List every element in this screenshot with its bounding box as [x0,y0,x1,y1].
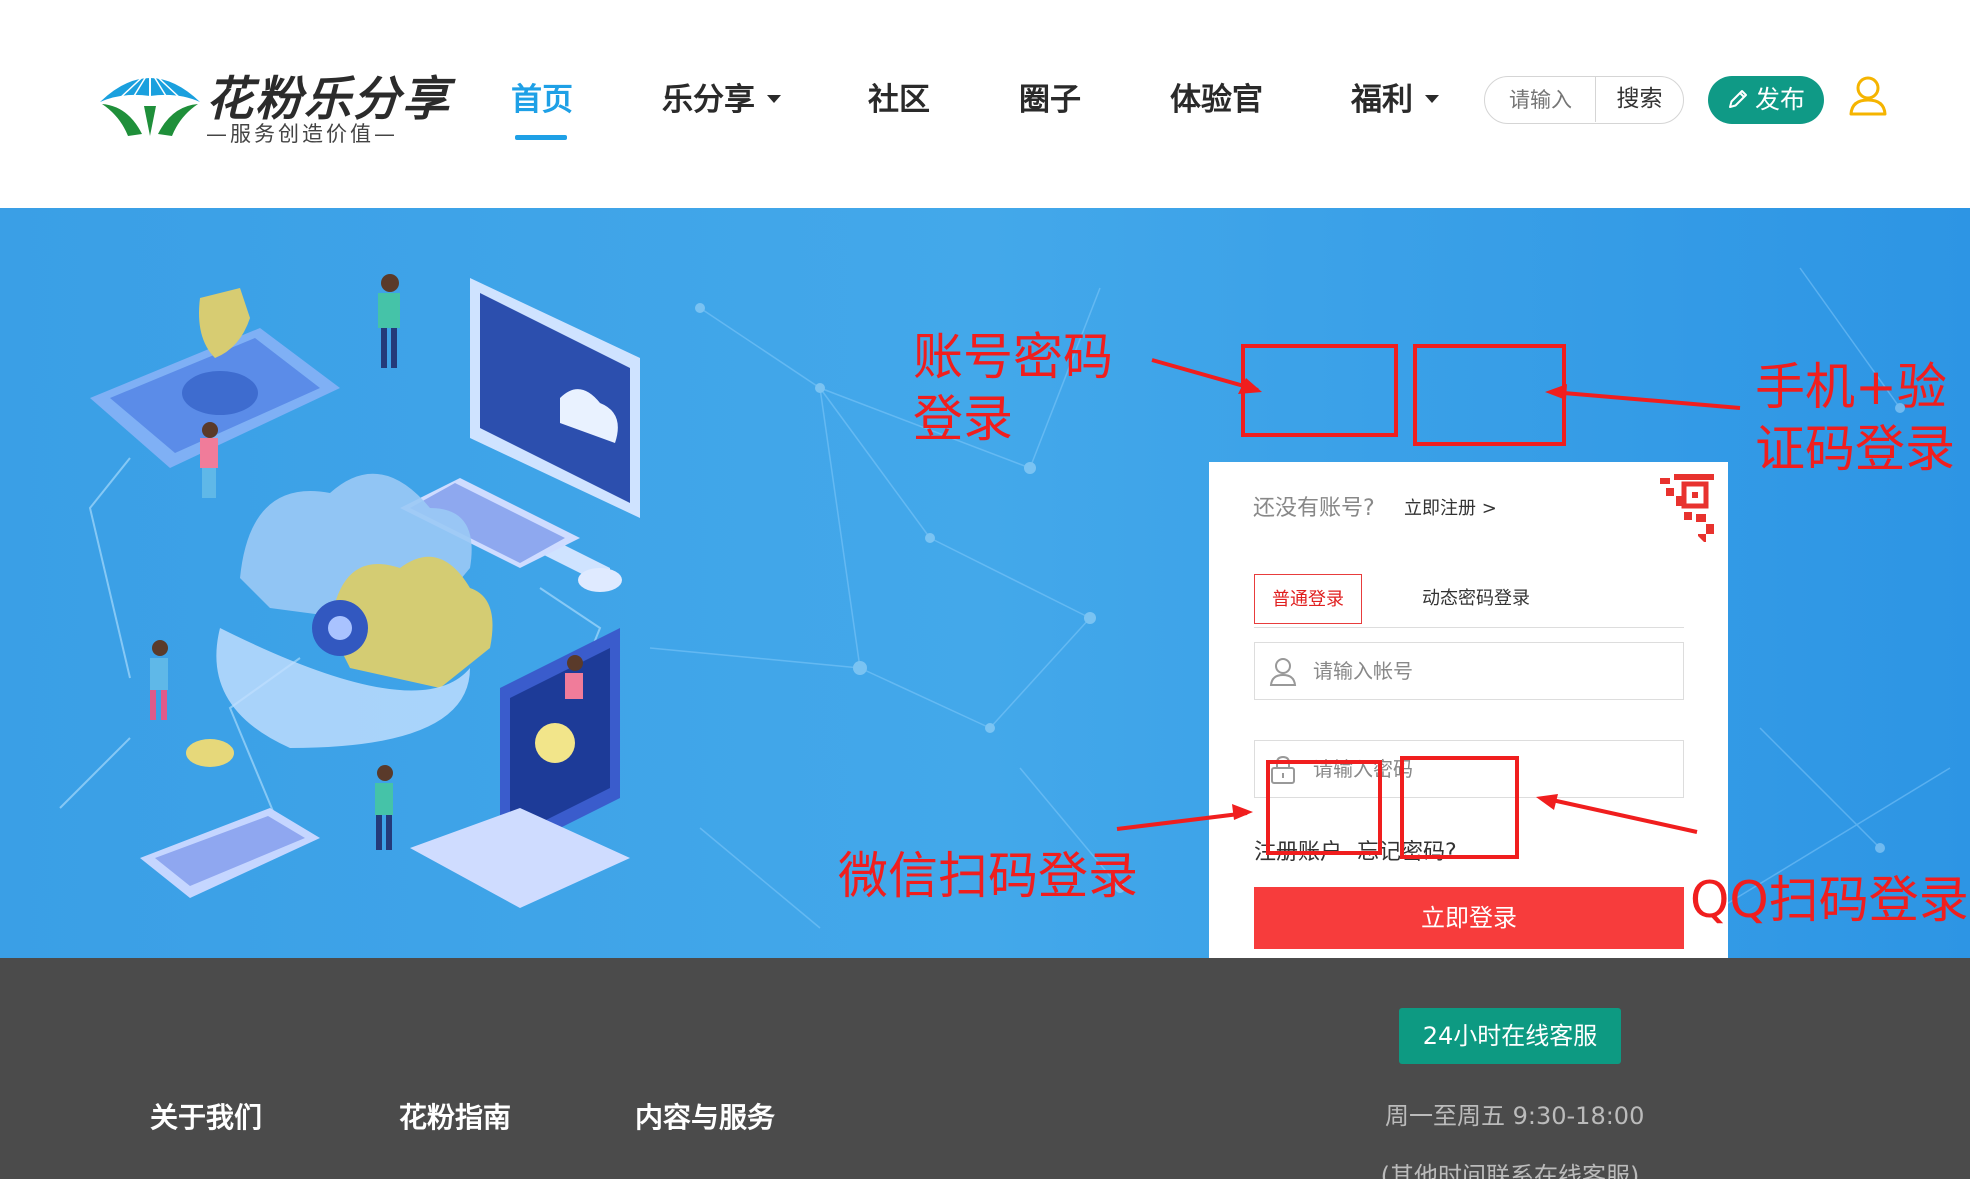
annotation-account-login: 账号密码 登录 [913,326,1113,450]
login-panel: 还没有账号? 立即注册 > 普通登录 动态密码登录 请输入帐号 注册账户 忘记密… [1209,462,1728,958]
search-button[interactable]: 搜索 [1595,77,1683,122]
tab-divider [1254,627,1684,628]
account-input[interactable] [1313,643,1673,698]
service-hours: 周一至周五 9:30-18:00 [1385,1102,1645,1130]
annotation-box-dynamic-login [1413,344,1566,446]
annotation-account-login-line1: 账号密码 [913,328,1113,386]
user-outline-icon [1269,658,1297,686]
annotation-box-wechat [1266,760,1382,855]
register-prompt: 还没有账号? [1253,496,1375,521]
annotation-phone-login-line1: 手机+验 [1755,358,1947,416]
tab-dynamic-password-login[interactable]: 动态密码登录 [1422,574,1530,624]
service-badge[interactable]: 24小时在线客服 [1399,1008,1621,1064]
nav-experience-officer[interactable]: 体验官 [1170,78,1263,122]
search-input[interactable] [1485,77,1595,122]
footer-link-about[interactable]: 关于我们 [150,1096,262,1136]
annotation-wechat-login: 微信扫码登录 [838,847,1138,905]
site-logo[interactable]: 花粉乐分享 —服务创造价值— [98,58,449,148]
user-icon[interactable] [1848,74,1888,118]
footer-link-content-services[interactable]: 内容与服务 [635,1096,775,1136]
tab-normal-login[interactable]: 普通登录 [1254,574,1362,624]
logo-umbrella-icon [100,68,200,136]
login-button[interactable]: 立即登录 [1254,887,1684,949]
publish-label: 发布 [1754,85,1805,114]
publish-button[interactable]: 发布 [1708,76,1824,124]
annotation-qq-login: QQ扫码登录 [1690,871,1969,929]
account-field [1254,642,1684,700]
logo-slogan: —服务创造价值— [206,122,398,146]
register-link[interactable]: 立即注册 > [1404,494,1497,520]
pencil-icon [1728,90,1747,108]
nav-circles[interactable]: 圈子 [1019,78,1081,122]
phone-shape [140,808,320,898]
annotation-box-qq [1400,756,1519,859]
search-box: 搜索 [1484,76,1684,124]
annotation-phone-login-line2: 证码登录 [1755,420,1955,478]
nav-benefits[interactable]: 福利 [1351,78,1439,122]
annotation-account-login-line2: 登录 [913,390,1013,448]
chevron-down-icon [767,94,781,103]
nav-benefits-label: 福利 [1351,82,1413,118]
qr-code-corner-icon[interactable] [1636,474,1714,552]
site-header: 花粉乐分享 —服务创造价值— 首页 乐分享 社区 圈子 体验官 福利 搜索 发布 [0,0,1970,208]
nav-active-indicator [515,135,567,140]
footer-link-guide[interactable]: 花粉指南 [399,1096,511,1136]
annotation-box-normal-login [1241,344,1398,437]
annotation-phone-login: 手机+验 证码登录 [1755,356,1955,480]
service-note: (其他时间联系在线客服) [1380,1162,1640,1179]
site-footer: 关于我们 花粉指南 内容与服务 24小时在线客服 周一至周五 9:30-18:0… [0,958,1970,1179]
nav-lefenxiang[interactable]: 乐分享 [662,78,781,122]
nav-lefenxiang-label: 乐分享 [662,82,755,118]
chevron-down-icon [1425,94,1439,103]
nav-community[interactable]: 社区 [868,78,930,122]
nav-home[interactable]: 首页 [511,78,573,122]
